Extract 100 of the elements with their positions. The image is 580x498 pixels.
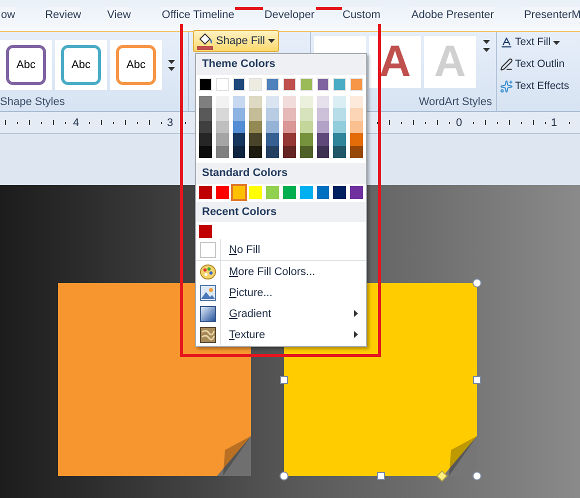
- folded-corner: [443, 436, 477, 476]
- selection-handle[interactable]: [472, 472, 482, 480]
- color-swatch[interactable]: [249, 108, 262, 121]
- color-swatch[interactable]: [199, 108, 212, 121]
- color-swatch[interactable]: [350, 78, 363, 90]
- color-swatch[interactable]: [249, 120, 262, 134]
- color-swatch[interactable]: [216, 146, 229, 158]
- color-swatch[interactable]: [333, 108, 346, 121]
- color-swatch[interactable]: [316, 78, 330, 90]
- color-swatch[interactable]: [333, 133, 346, 146]
- folded-corner: [217, 436, 251, 476]
- color-swatch[interactable]: [249, 96, 262, 108]
- color-swatch[interactable]: [232, 78, 246, 90]
- ribbon-tab[interactable]: Office Timeline: [160, 7, 236, 24]
- color-swatch[interactable]: [350, 146, 363, 158]
- text-command-button[interactable]: Text Fill: [500, 35, 570, 51]
- selection-handle[interactable]: [280, 376, 288, 384]
- color-swatch[interactable]: [283, 186, 296, 199]
- menu-item[interactable]: Texture: [196, 324, 366, 346]
- shape-style-thumbnail[interactable]: Abc: [6, 45, 46, 85]
- group-label: Shape Styles: [0, 95, 65, 110]
- section-header: Standard Colors: [196, 163, 366, 184]
- color-swatch[interactable]: [249, 133, 262, 146]
- color-swatch[interactable]: [350, 133, 363, 146]
- selection-handle[interactable]: [473, 376, 481, 384]
- color-swatch[interactable]: [316, 186, 330, 199]
- text-command-button[interactable]: Text Outlin: [500, 56, 570, 72]
- selection-handle[interactable]: [280, 472, 288, 480]
- selection-handle[interactable]: [472, 278, 482, 288]
- color-swatch[interactable]: [199, 186, 212, 199]
- color-swatch[interactable]: [232, 146, 246, 158]
- color-swatch[interactable]: [300, 133, 313, 146]
- menu-item[interactable]: Gradient: [196, 303, 366, 324]
- color-swatch[interactable]: [266, 133, 279, 146]
- color-swatch[interactable]: [300, 108, 313, 121]
- color-swatch[interactable]: [316, 133, 330, 146]
- color-swatch[interactable]: [333, 120, 346, 134]
- color-swatch[interactable]: [199, 96, 212, 108]
- selection-handle[interactable]: [376, 472, 384, 480]
- shape-style-thumbnail[interactable]: Abc: [61, 45, 101, 85]
- color-swatch[interactable]: [199, 78, 212, 90]
- color-swatch[interactable]: [300, 96, 313, 108]
- pen-icon: [500, 58, 513, 72]
- caret-icon: [268, 39, 275, 43]
- color-swatch[interactable]: [350, 96, 363, 108]
- color-swatch[interactable]: [333, 186, 346, 199]
- adjustment-handle[interactable]: [436, 470, 448, 482]
- color-swatch[interactable]: [350, 108, 363, 121]
- color-swatch[interactable]: [216, 108, 229, 121]
- color-swatch[interactable]: [199, 146, 212, 158]
- color-swatch[interactable]: [216, 78, 229, 90]
- shape-style-thumbnail[interactable]: Abc: [116, 45, 156, 85]
- color-swatch[interactable]: [216, 133, 229, 146]
- color-swatch[interactable]: [249, 146, 262, 158]
- color-swatch[interactable]: [283, 96, 296, 108]
- color-swatch[interactable]: [199, 133, 212, 146]
- color-swatch[interactable]: [283, 146, 296, 158]
- color-swatch[interactable]: [266, 186, 279, 199]
- color-swatch[interactable]: [333, 146, 346, 158]
- color-swatch[interactable]: [216, 96, 229, 108]
- color-swatch[interactable]: [232, 108, 246, 121]
- color-swatch[interactable]: [266, 78, 279, 90]
- color-swatch[interactable]: [283, 78, 296, 90]
- menu-item[interactable]: No Fill: [196, 239, 366, 260]
- color-swatch[interactable]: [316, 108, 330, 121]
- color-swatch[interactable]: [316, 146, 330, 158]
- color-swatch[interactable]: [283, 133, 296, 146]
- color-swatch[interactable]: [216, 186, 229, 199]
- color-swatch[interactable]: [300, 78, 313, 90]
- color-swatch[interactable]: [232, 120, 246, 134]
- color-swatch[interactable]: [232, 96, 246, 108]
- color-swatch[interactable]: [266, 108, 279, 121]
- menu-item[interactable]: Picture...: [196, 282, 366, 304]
- color-swatch[interactable]: [316, 120, 330, 134]
- color-swatch[interactable]: [333, 96, 346, 108]
- color-swatch[interactable]: [283, 120, 296, 134]
- color-swatch[interactable]: [199, 225, 212, 238]
- ribbon-tab[interactable]: Custom: [342, 7, 382, 24]
- color-swatch[interactable]: [199, 120, 212, 134]
- text-command-button[interactable]: Text Effects: [500, 78, 570, 94]
- gradient-square-icon: [200, 306, 216, 322]
- color-swatch[interactable]: [283, 108, 296, 121]
- color-swatch[interactable]: [300, 120, 313, 134]
- color-swatch[interactable]: [350, 120, 363, 134]
- color-swatch[interactable]: [316, 96, 330, 108]
- color-swatch[interactable]: [216, 120, 229, 134]
- color-swatch[interactable]: [249, 78, 262, 90]
- shape-fill-button[interactable]: Shape Fill: [193, 30, 279, 52]
- color-swatch[interactable]: [232, 133, 246, 146]
- color-swatch[interactable]: [249, 186, 262, 199]
- color-swatch[interactable]: [266, 120, 279, 134]
- color-swatch[interactable]: [350, 186, 363, 199]
- color-swatch[interactable]: [300, 186, 313, 199]
- color-swatch[interactable]: [266, 96, 279, 108]
- color-swatch[interactable]: [232, 186, 246, 199]
- menu-item[interactable]: More Fill Colors...: [196, 261, 366, 282]
- color-swatch[interactable]: [333, 78, 346, 90]
- color-swatch[interactable]: [266, 146, 279, 158]
- submenu-arrow-icon: [354, 331, 358, 338]
- color-swatch[interactable]: [300, 146, 313, 158]
